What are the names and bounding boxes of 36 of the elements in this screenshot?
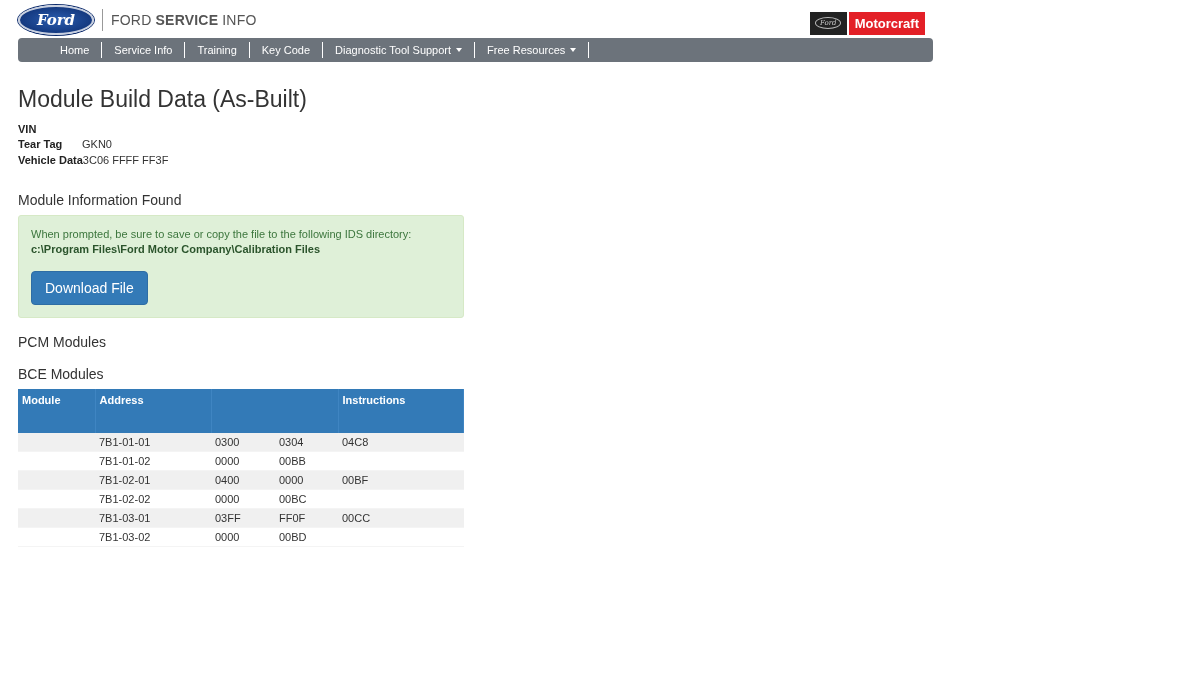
field-label: VIN <box>18 122 38 135</box>
directory-path: c:\Program Files\Ford Motor Company\Calibration Files <box>31 242 322 255</box>
section-heading: PCM Modules <box>18 333 107 350</box>
column-header: Instructions <box>338 388 464 411</box>
nav-link[interactable]: Service Info <box>102 44 185 56</box>
ford-logo[interactable]: Ford <box>18 5 94 35</box>
table-cell: 0000 <box>211 451 275 470</box>
table-cell: 04C8 <box>342 435 369 448</box>
page-title: Module Build Data (As-Built) <box>18 86 308 113</box>
nav-link[interactable]: Free Resources <box>475 44 589 56</box>
column-header: Address <box>95 388 211 411</box>
partner-brand-logo: Motorcraft <box>848 11 925 35</box>
table-cell: 00CC <box>342 511 371 524</box>
table-cell: 00BD <box>275 527 338 546</box>
field-label: Tear Tag <box>18 138 64 151</box>
table-cell: 7B1-02-02 <box>95 489 211 508</box>
table-cell: 7B1-03-02 <box>95 527 211 546</box>
notice-text: When prompted, be sure to save or copy the file to the following IDS directory: <box>31 227 413 240</box>
nav-link[interactable]: Key Code <box>249 44 323 56</box>
table-cell: 00BC <box>275 489 338 508</box>
field-label: Vehicle Data <box>18 153 83 166</box>
table-cell: 00BF <box>342 473 369 486</box>
nav-link[interactable]: Training <box>185 44 249 56</box>
download-button[interactable]: Download File <box>31 270 148 305</box>
field-value: GKN0 <box>82 138 112 151</box>
site-title: FORD SERVICE INFO <box>111 12 257 28</box>
section-heading: Module Information Found <box>18 191 183 208</box>
nav-link[interactable]: Home <box>48 44 102 56</box>
field-value: 3C06 FFFF FF3F <box>82 153 169 166</box>
table-cell: 0000 <box>211 489 275 508</box>
section-heading: BCE Modules <box>18 365 105 382</box>
table-cell: 00BB <box>275 451 338 470</box>
table-cell: 7B1-01-02 <box>95 451 211 470</box>
nav-link[interactable]: Diagnostic Tool Support <box>323 44 475 56</box>
table-cell: 0000 <box>211 527 275 546</box>
column-header: Module <box>18 388 95 411</box>
